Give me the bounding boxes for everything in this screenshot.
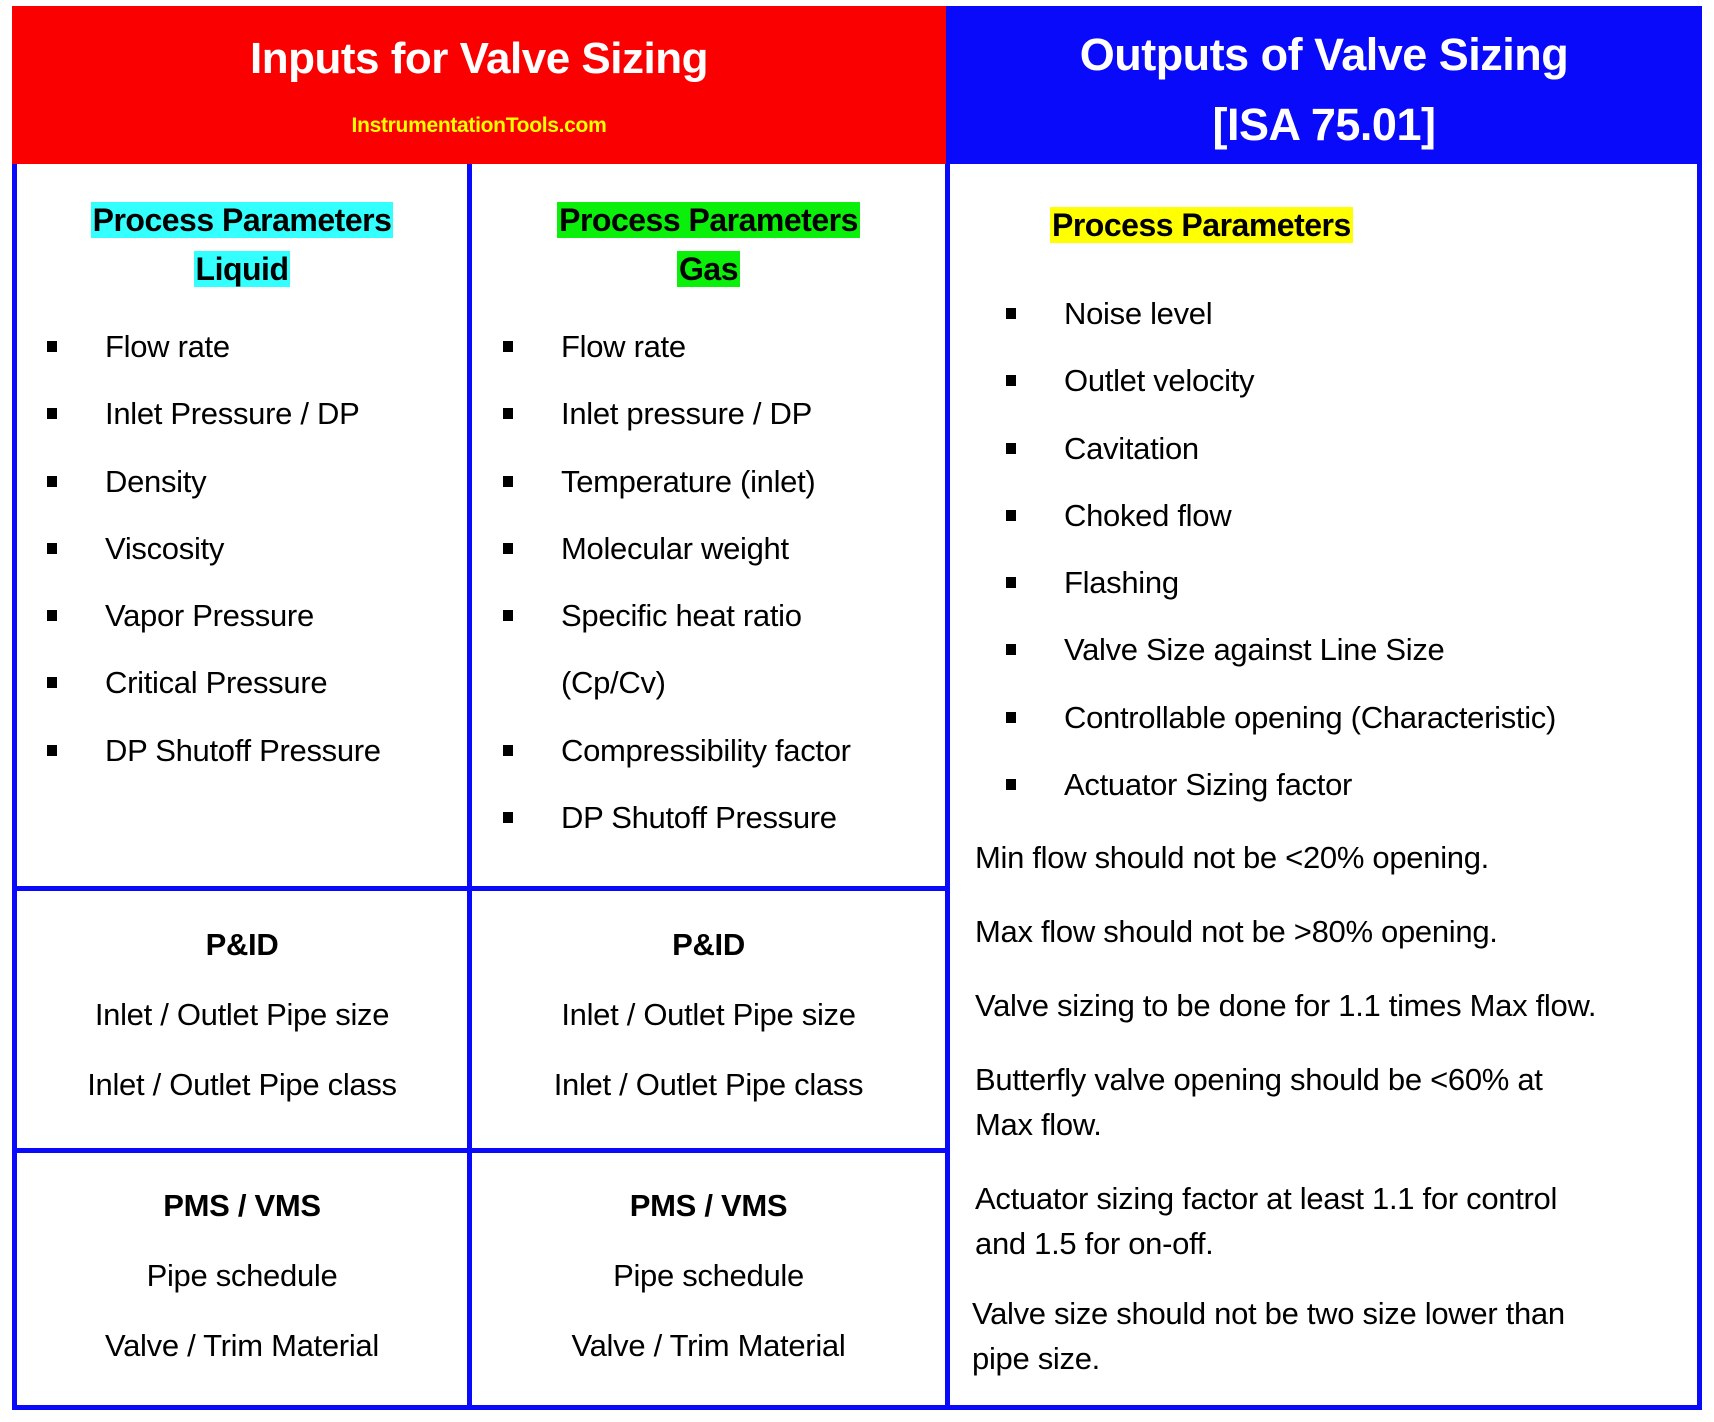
bullet-icon <box>503 610 513 622</box>
bullet-icon <box>503 475 513 487</box>
list-item: Density <box>47 448 457 515</box>
outputs-title-line2: [ISA 75.01] <box>1212 99 1436 150</box>
bullet-icon <box>503 408 513 420</box>
bullet-icon <box>47 475 57 487</box>
liquid-title-line2: Liquid <box>193 251 291 287</box>
list-item: Inlet Pressure / DP <box>47 380 457 447</box>
pms-line: Valve / Trim Material <box>105 1328 379 1363</box>
list-item: Actuator Sizing factor <box>1006 751 1686 818</box>
bullet-icon <box>47 610 57 622</box>
bullet-icon <box>47 341 57 352</box>
pid-liquid-cell: P&ID Inlet / Outlet Pipe size Inlet / Ou… <box>17 910 467 1120</box>
note: Valve sizing to be done for 1.1 times Ma… <box>975 988 1597 1023</box>
pms-heading: PMS / VMS <box>163 1188 321 1223</box>
pid-line: Inlet / Outlet Pipe size <box>561 997 856 1032</box>
pms-line: Pipe schedule <box>613 1258 804 1293</box>
list-item: Controllable opening (Characteristic) <box>1006 684 1686 751</box>
outputs-header: Outputs of Valve Sizing [ISA 75.01] <box>946 6 1702 164</box>
divider-row-pms <box>12 1148 950 1153</box>
pid-line: Inlet / Outlet Pipe size <box>94 997 390 1032</box>
gas-section-title: Process Parameters Gas <box>472 196 945 294</box>
list-item: DP Shutoff Pressure <box>47 717 457 784</box>
outputs-param-list: Noise level Outlet velocity Cavitation C… <box>1006 280 1686 818</box>
pid-line: Inlet / Outlet Pipe class <box>553 1067 864 1102</box>
inputs-title: Inputs for Valve Sizing <box>250 34 708 83</box>
list-item: Choked flow <box>1006 482 1686 549</box>
note: Min flow should not be <20% opening. <box>975 840 1489 875</box>
outputs-title: Outputs of Valve Sizing [ISA 75.01] <box>946 20 1702 160</box>
outputs-section-title: Process Parameters <box>1050 207 1353 243</box>
note: Valve size should not be two size lower … <box>972 1296 1565 1376</box>
note: Butterfly valve opening should be <60% a… <box>975 1062 1543 1142</box>
watermark: InstrumentationTools.com <box>351 114 607 137</box>
list-item: Critical Pressure <box>47 649 457 716</box>
list-item: Temperature (inlet) <box>503 448 938 515</box>
list-item: Flow rate <box>503 313 938 380</box>
liquid-param-list: Flow rate Inlet Pressure / DP Density Vi… <box>47 313 457 784</box>
divider-row-pid <box>12 886 950 891</box>
gas-param-list: Flow rate Inlet pressure / DP Temperatur… <box>503 313 938 851</box>
outer-border-right <box>1697 164 1702 1409</box>
bullet-icon <box>47 744 57 756</box>
bullet-icon <box>503 812 513 824</box>
list-item: Viscosity <box>47 515 457 582</box>
bullet-icon <box>503 341 513 352</box>
list-item: Flashing <box>1006 549 1686 616</box>
pms-line: Valve / Trim Material <box>571 1328 846 1363</box>
outputs-title-line1: Outputs of Valve Sizing <box>1079 29 1569 80</box>
outer-border-bottom <box>12 1405 1702 1410</box>
divider-inputs-outputs <box>945 164 950 1409</box>
list-item: Cavitation <box>1006 415 1686 482</box>
pms-line: Pipe schedule <box>146 1258 338 1293</box>
bullet-icon <box>503 542 513 554</box>
pid-heading: P&ID <box>205 927 279 962</box>
bullet-icon <box>47 542 57 554</box>
list-item-continuation: (Cp/Cv) <box>561 665 666 701</box>
bullet-icon <box>1006 779 1016 791</box>
bullet-icon <box>503 744 513 756</box>
bullet-icon <box>1006 644 1016 656</box>
list-item: Outlet velocity <box>1006 347 1686 414</box>
bullet-icon <box>1006 308 1016 319</box>
list-item: Valve Size against Line Size <box>1006 616 1686 683</box>
pid-line: Inlet / Outlet Pipe class <box>87 1067 397 1102</box>
list-item: Specific heat ratio <box>503 582 938 649</box>
list-item: Inlet pressure / DP <box>503 380 938 447</box>
liquid-section-title: Process Parameters Liquid <box>17 196 467 294</box>
bullet-icon <box>47 677 57 689</box>
bullet-icon <box>1006 509 1016 521</box>
pms-liquid-cell: PMS / VMS Pipe schedule Valve / Trim Mat… <box>17 1171 467 1381</box>
pms-gas-cell: PMS / VMS Pipe schedule Valve / Trim Mat… <box>472 1171 945 1381</box>
bullet-icon <box>1006 711 1016 723</box>
bullet-icon <box>1006 375 1016 387</box>
liquid-title-line1: Process Parameters <box>90 202 394 238</box>
list-item: Noise level <box>1006 280 1686 347</box>
gas-title-line2: Gas <box>677 251 740 287</box>
note: Max flow should not be >80% opening. <box>975 914 1498 949</box>
pid-gas-cell: P&ID Inlet / Outlet Pipe size Inlet / Ou… <box>472 910 945 1120</box>
list-item: Flow rate <box>47 313 457 380</box>
bullet-icon <box>1006 442 1016 454</box>
gas-title-line1: Process Parameters <box>557 202 860 238</box>
list-item: Compressibility factor <box>503 717 938 784</box>
inputs-header: Inputs for Valve Sizing InstrumentationT… <box>12 6 946 164</box>
bullet-icon <box>47 408 57 420</box>
note: Actuator sizing factor at least 1.1 for … <box>975 1181 1558 1261</box>
pms-heading: PMS / VMS <box>629 1188 788 1223</box>
list-item: Vapor Pressure <box>47 582 457 649</box>
list-item: DP Shutoff Pressure <box>503 784 938 851</box>
bullet-icon <box>1006 577 1016 589</box>
list-item: Molecular weight <box>503 515 938 582</box>
pid-heading: P&ID <box>672 927 745 962</box>
